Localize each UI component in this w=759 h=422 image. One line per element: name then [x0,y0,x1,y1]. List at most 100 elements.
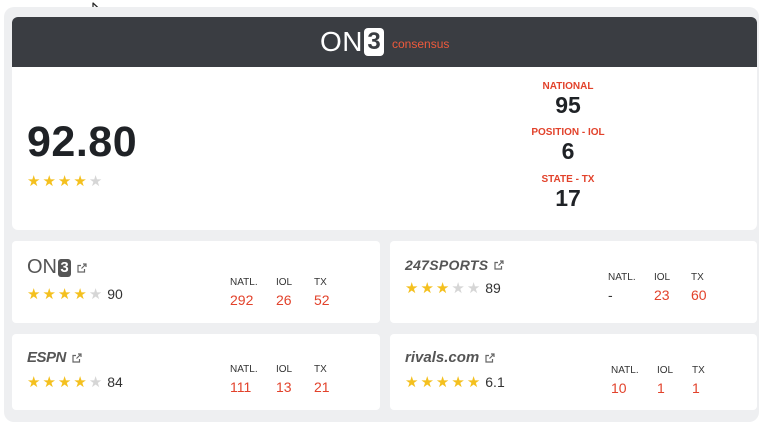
star-filled-icon: ★ [451,373,465,391]
rivals-service-link[interactable]: rivals.com [405,349,495,366]
star-empty-icon: ★ [88,285,103,303]
pos-header: IOL [276,364,293,375]
on3-service-link[interactable]: ON 3 [27,256,87,279]
espn-rating-value: 84 [107,374,123,390]
on3-service-logo: ON [27,256,57,278]
star-filled-icon: ★ [73,373,87,391]
rivals-natl-stat: NATL. 10 [611,365,639,396]
external-link-icon [72,352,82,363]
state-header: TX [314,364,327,375]
pos-value: 13 [276,379,292,395]
state-header: TX [314,277,327,288]
natl-value: 111 [230,379,252,395]
rivals-pos-stat: IOL 1 [657,365,673,396]
on3-service-logo-number: 3 [58,258,71,277]
star-filled-icon: ★ [435,373,450,391]
consensus-panel: 92.80 ★ ★ ★ ★ ★ NATIONAL 95 POSITION - IOL 6… [12,67,757,230]
pos-header: IOL [276,277,293,288]
natl-header: NATL. [230,364,258,375]
247sports-logo: 247SPORTS [405,257,489,273]
espn-rating-row: ★ ★ ★ ★ ★ 84 [27,374,123,390]
external-link-icon [485,352,495,363]
247sports-rating-value: 89 [485,280,501,296]
rivals-state-stat: TX 1 [692,365,705,396]
on3-rating-row: ★ ★ ★ ★ ★ 90 [27,286,123,302]
star-filled-icon: ★ [27,285,41,303]
external-link-icon [494,260,504,270]
service-card-on3: ON 3 ★ ★ ★ ★ ★ 90 NATL. 292 IOL 26 TX 52 [12,241,380,323]
star-filled-icon: ★ [57,285,72,303]
on3-state-stat: TX 52 [314,277,330,308]
pos-value: 23 [654,287,670,303]
on3-rating-value: 90 [107,286,123,302]
on3-pos-stat: IOL 26 [276,277,292,308]
national-rank-label: NATIONAL [542,81,594,92]
star-filled-icon: ★ [73,173,87,190]
star-empty-icon: ★ [451,279,465,297]
consensus-label: consensus [392,36,450,51]
national-rank: NATIONAL 95 [508,81,628,118]
state-value: 21 [314,379,330,395]
espn-natl-stat: NATL. 111 [230,364,258,395]
consensus-star-rating: ★ ★ ★ ★ ★ [27,174,102,189]
star-filled-icon: ★ [42,173,56,190]
pos-header: IOL [657,365,674,376]
247sports-state-stat: TX 60 [691,272,707,303]
state-rank: STATE - TX 17 [508,174,628,211]
state-header: TX [691,272,704,283]
star-empty-icon: ★ [466,279,481,297]
state-value: 52 [314,292,330,308]
star-filled-icon: ★ [27,173,41,190]
on3-logo-text: ON [320,26,363,57]
service-card-rivals: rivals.com ★ ★ ★ ★ ★ 6.1 NATL. 10 IOL 1 TX 1 [390,334,757,410]
on3-star-rating: ★ ★ ★ ★ ★ [27,287,102,302]
on3-consensus-logo: ON 3 consensus [320,27,449,57]
on3-natl-stat: NATL. 292 [230,277,258,308]
position-rank: POSITION - IOL 6 [508,127,628,164]
on3-logo-number: 3 [364,28,384,56]
espn-state-stat: TX 21 [314,364,330,395]
espn-service-link[interactable]: ESPN [27,349,82,366]
state-rank-label: STATE - TX [541,174,595,185]
star-filled-icon: ★ [57,173,72,190]
service-card-espn: ESPN ★ ★ ★ ★ ★ 84 NATL. 111 IOL 13 TX 21 [12,334,380,410]
star-empty-icon: ★ [88,373,103,391]
service-card-247sports: 247SPORTS ★ ★ ★ ★ ★ 89 NATL. - IOL 23 TX 60 [390,241,757,323]
natl-value: 10 [611,380,627,396]
state-rank-value: 17 [555,185,581,211]
star-filled-icon: ★ [435,279,450,297]
state-value: 60 [691,287,707,303]
natl-value: 292 [230,292,254,308]
position-rank-value: 6 [561,138,575,164]
247sports-pos-stat: IOL 23 [654,272,670,303]
consensus-header: ON 3 consensus [12,17,757,67]
rivals-star-rating: ★ ★ ★ ★ ★ [405,375,480,390]
247sports-service-link[interactable]: 247SPORTS [405,257,504,273]
star-filled-icon: ★ [405,279,419,297]
espn-pos-stat: IOL 13 [276,364,292,395]
external-link-icon [77,262,87,273]
national-rank-value: 95 [555,92,581,118]
pos-value: 1 [657,380,665,396]
rivals-logo: rivals.com [405,349,480,366]
rivals-rating-row: ★ ★ ★ ★ ★ 6.1 [405,374,505,390]
star-empty-icon: ★ [88,173,103,190]
natl-header: NATL. [230,277,258,288]
espn-logo: ESPN [27,349,66,366]
star-filled-icon: ★ [466,373,481,391]
star-filled-icon: ★ [73,285,87,303]
247sports-natl-stat: NATL. - [608,272,636,303]
star-filled-icon: ★ [27,373,41,391]
star-filled-icon: ★ [405,373,419,391]
natl-header: NATL. [608,272,636,283]
pos-header: IOL [654,272,671,283]
position-rank-label: POSITION - IOL [531,127,605,138]
star-filled-icon: ★ [57,373,72,391]
star-filled-icon: ★ [420,373,434,391]
consensus-score: 92.80 [27,118,138,166]
state-value: 1 [692,380,700,396]
state-header: TX [692,365,705,376]
247sports-star-rating: ★ ★ ★ ★ ★ [405,281,480,296]
247sports-rating-row: ★ ★ ★ ★ ★ 89 [405,280,501,296]
espn-star-rating: ★ ★ ★ ★ ★ [27,375,102,390]
